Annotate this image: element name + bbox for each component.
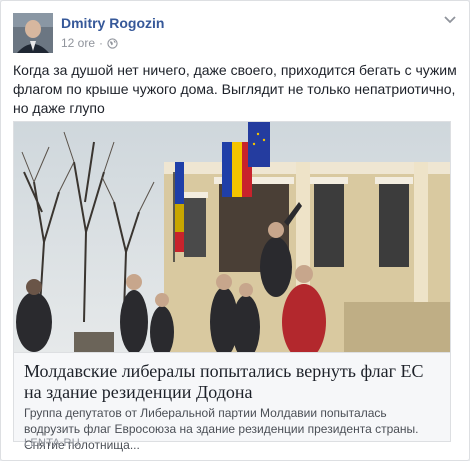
- globe-icon[interactable]: [107, 37, 118, 49]
- link-description: Группа депутатов от Либеральной партии М…: [24, 406, 419, 452]
- link-image[interactable]: [14, 122, 450, 352]
- link-source: LENTA.RU: [24, 437, 80, 449]
- link-info[interactable]: Молдавские либералы попытались вернуть ф…: [14, 352, 450, 452]
- link-preview[interactable]: Молдавские либералы попытались вернуть ф…: [13, 121, 451, 452]
- link-title[interactable]: Молдавские либералы попытались вернуть ф…: [24, 361, 444, 403]
- post-time[interactable]: 12 ore: [61, 36, 95, 50]
- meta-separator: ·: [99, 36, 104, 50]
- avatar[interactable]: [13, 13, 53, 53]
- post-meta: 12 ore ·: [61, 36, 118, 50]
- chevron-down-icon[interactable]: [443, 15, 457, 25]
- post-text: Когда за душой нет ничего, даже своего, …: [13, 62, 457, 116]
- post-card: Dmitry Rogozin 12 ore · Когда за душой н…: [0, 0, 470, 461]
- author-name[interactable]: Dmitry Rogozin: [61, 15, 164, 31]
- avatar-image: [13, 13, 53, 53]
- link-photo: [14, 122, 450, 352]
